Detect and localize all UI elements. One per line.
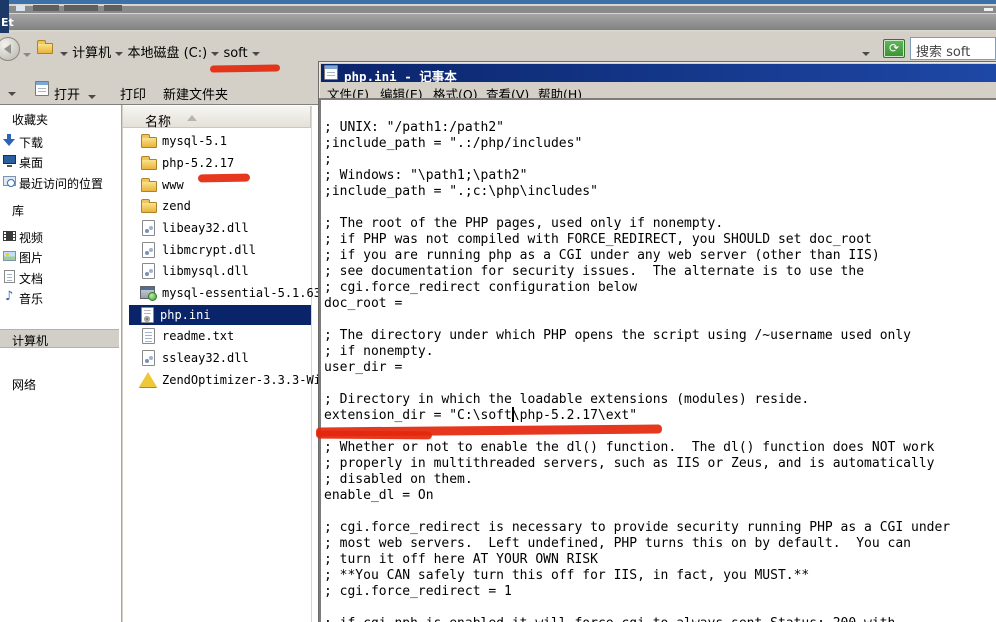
chevron-down-icon [88, 95, 96, 99]
red-underline-soft-breadcrumb [210, 64, 280, 72]
chevron-down-icon [8, 92, 16, 96]
breadcrumb-soft[interactable]: soft [223, 46, 247, 61]
sidebar-item-documents[interactable]: 文档 [19, 270, 43, 287]
file-row-ssleay32-dll[interactable]: ssleay32.dll [131, 348, 311, 368]
sidebar-item-videos[interactable]: 视频 [19, 229, 43, 246]
background-title-fragment [33, 5, 59, 11]
refresh-icon: ⟳ [889, 41, 899, 55]
sidebar-item-desktop[interactable]: 桌面 [19, 154, 43, 171]
file-row-mysql-5.1[interactable]: mysql-5.1 [131, 131, 311, 151]
file-row-libeay32-dll[interactable]: libeay32.dll [131, 218, 311, 238]
folder-icon [141, 181, 157, 192]
organize-dropdown-fragment[interactable] [8, 86, 16, 100]
sidebar-section-computer[interactable]: 计算机 [12, 332, 48, 349]
folder-icon [141, 202, 157, 213]
back-history-dropdown[interactable] [23, 47, 31, 61]
address-folder-icon [37, 43, 53, 54]
breadcrumb: 计算机 本地磁盘 (C:) soft [60, 42, 260, 61]
chevron-down-icon[interactable] [252, 52, 260, 56]
file-row-libmysql-dll[interactable]: libmysql.dll [131, 261, 311, 281]
breadcrumb-computer[interactable]: 计算机 [72, 46, 111, 61]
chevron-down-icon[interactable] [211, 52, 219, 56]
chevron-down-icon [23, 53, 31, 57]
file-row-zendoptimizer[interactable]: ZendOptimizer-3.3.3-Windo [131, 370, 311, 390]
file-row-php-ini-selected[interactable]: php.ini [129, 305, 311, 325]
dll-file-icon [142, 242, 155, 258]
sidebar-item-pictures[interactable]: 图片 [19, 249, 43, 266]
sidebar-item-music[interactable]: 音乐 [19, 290, 43, 307]
installer-icon [140, 286, 155, 299]
sidebar-section-libraries[interactable]: 库 [12, 202, 24, 219]
open-dropdown[interactable] [88, 89, 96, 103]
dll-file-icon [142, 263, 155, 279]
text-cursor [512, 407, 514, 422]
file-row-php-5.2.17[interactable]: php-5.2.17 [131, 153, 311, 173]
background-window-edge-highlight [9, 4, 996, 6]
red-underline-extension-dir-stroke2 [316, 431, 432, 440]
background-window-control [984, 8, 993, 11]
folder-icon [141, 159, 157, 170]
ini-file-icon [141, 307, 154, 323]
new-folder-button[interactable]: 新建文件夹 [163, 84, 228, 103]
sidebar-section-network[interactable]: 网络 [12, 376, 36, 393]
address-dropdown[interactable] [862, 46, 870, 60]
file-row-mysql-essential[interactable]: mysql-essential-5.1.63-wi [131, 283, 311, 303]
file-row-readme-txt[interactable]: readme.txt [131, 326, 311, 346]
notepad-text-content[interactable]: ; UNIX: "/path1:/path2" ;include_path = … [324, 104, 994, 622]
print-button[interactable]: 打印 [120, 84, 146, 103]
column-header-label: 名称 [145, 111, 171, 130]
open-file-icon [35, 81, 49, 96]
desktop-icon [3, 155, 16, 164]
sidebar-item-downloads[interactable]: 下载 [19, 134, 43, 151]
dll-file-icon [142, 220, 155, 236]
file-row-libmcrypt-dll[interactable]: libmcrypt.dll [131, 240, 311, 260]
zend-installer-icon [139, 372, 157, 387]
search-input[interactable]: 搜索 soft [910, 37, 996, 60]
background-window-icon [16, 5, 25, 11]
red-underline-php-folder [198, 174, 250, 183]
chevron-down-icon [862, 52, 870, 56]
background-title-fragment [64, 5, 98, 11]
recent-places-icon [3, 176, 16, 186]
text-file-icon [142, 328, 155, 344]
explorer-titlebar[interactable] [9, 13, 996, 32]
column-divider[interactable] [311, 106, 312, 622]
file-row-zend[interactable]: zend [131, 196, 311, 216]
notepad-icon [324, 65, 338, 80]
background-title-fragment [104, 5, 122, 11]
sidebar-item-recent-places[interactable]: 最近访问的位置 [19, 175, 103, 192]
breadcrumb-local-disk-c[interactable]: 本地磁盘 (C:) [127, 46, 207, 61]
documents-icon [4, 270, 15, 283]
sort-ascending-icon [187, 115, 197, 121]
folder-icon [141, 137, 157, 148]
chevron-down-icon[interactable] [115, 52, 123, 56]
open-button[interactable]: 打开 [54, 84, 80, 103]
explorer-title-text: Et [1, 16, 14, 29]
music-icon: ♪ [5, 291, 13, 303]
dll-file-icon [142, 350, 155, 366]
back-arrow-icon [4, 44, 11, 54]
chevron-down-icon[interactable] [60, 52, 68, 56]
download-icon [3, 134, 15, 146]
sidebar-section-favorites[interactable]: 收藏夹 [12, 111, 48, 128]
videos-icon [3, 231, 16, 241]
pictures-icon [3, 251, 16, 261]
refresh-button[interactable]: ⟳ [883, 39, 905, 58]
